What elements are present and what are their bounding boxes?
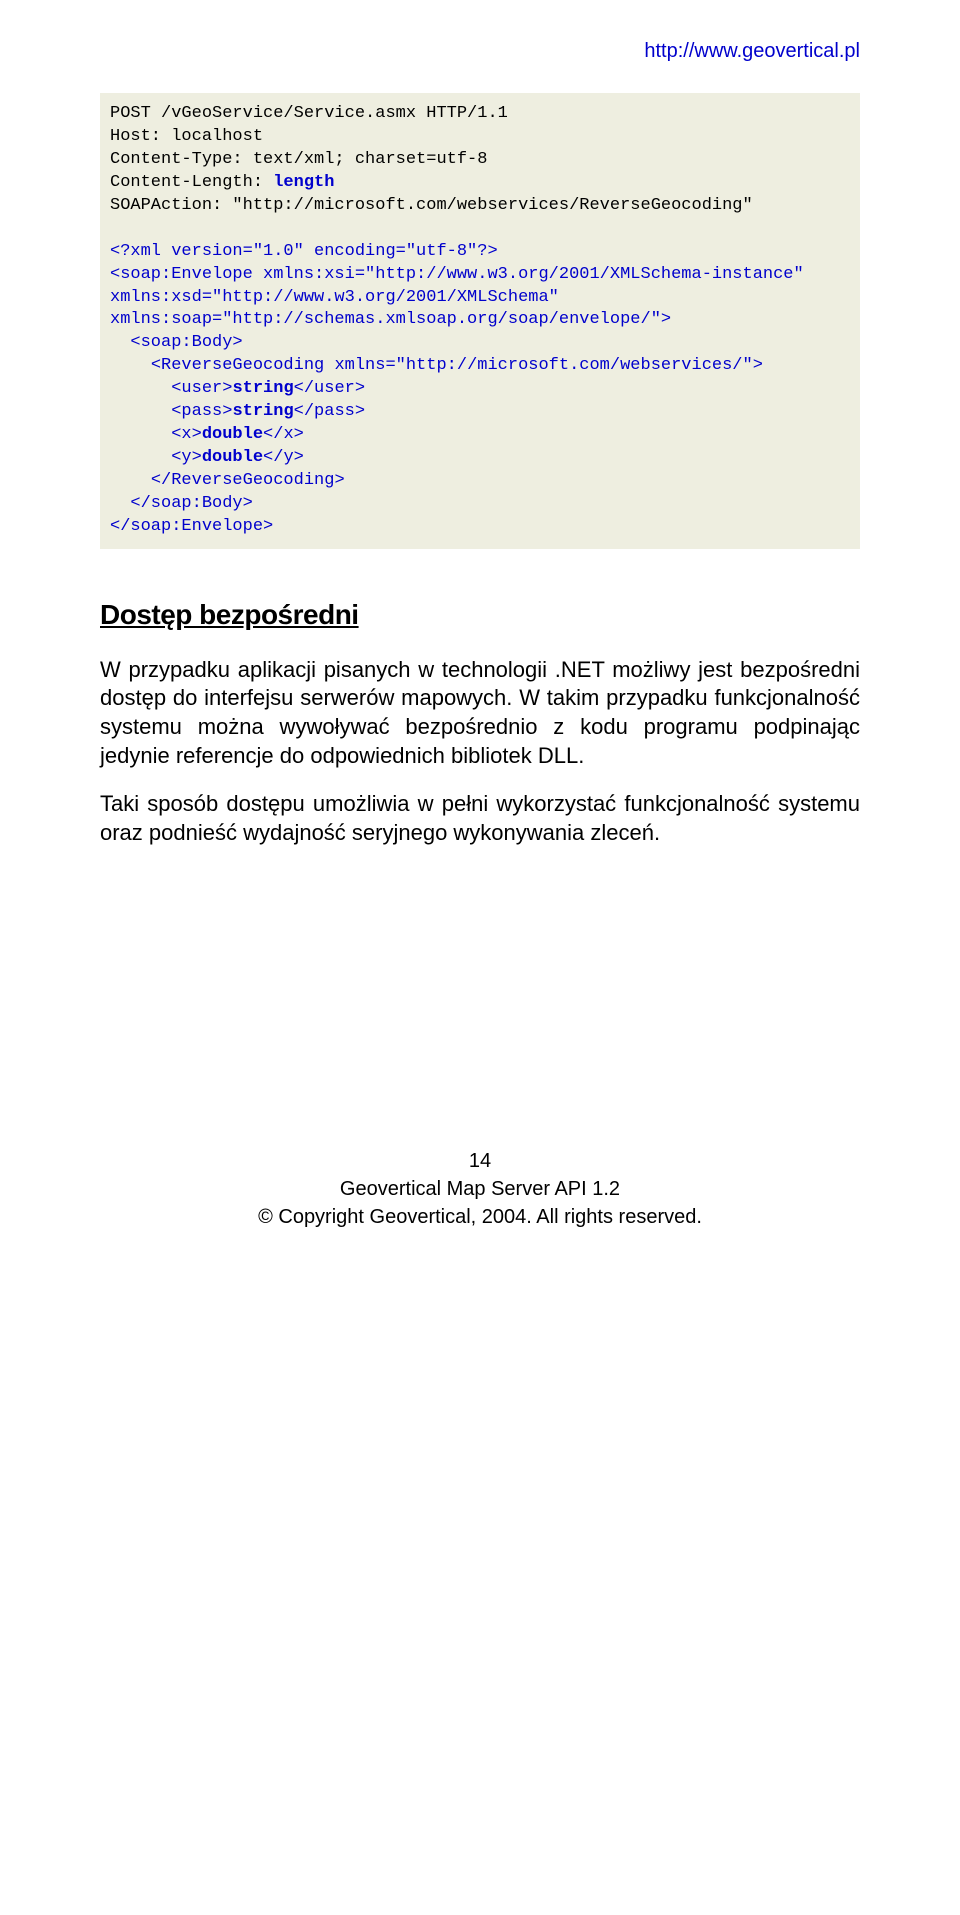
- page-number: 14: [100, 1147, 860, 1175]
- code-line: Host: localhost: [110, 127, 263, 146]
- code-line: <x>: [110, 425, 202, 444]
- code-line: SOAPAction: "http://microsoft.com/webser…: [110, 196, 753, 215]
- soap-code-block: POST /vGeoService/Service.asmx HTTP/1.1 …: [100, 93, 860, 549]
- page-footer: 14 Geovertical Map Server API 1.2 © Copy…: [100, 1147, 860, 1231]
- code-line: </pass>: [294, 402, 365, 421]
- section-heading: Dostęp bezpośredni: [100, 599, 860, 631]
- code-line: <?xml version="1.0" encoding="utf-8"?>: [110, 242, 498, 261]
- code-line: <ReverseGeocoding xmlns="http://microsof…: [110, 356, 763, 375]
- footer-line: Geovertical Map Server API 1.2: [100, 1175, 860, 1203]
- body-paragraph: W przypadku aplikacji pisanych w technol…: [100, 656, 860, 770]
- code-line: <pass>: [110, 402, 232, 421]
- code-line: <soap:Envelope xmlns:xsi="http://www.w3.…: [110, 265, 814, 330]
- code-line: Content-Length:: [110, 173, 273, 192]
- document-page: http://www.geovertical.pl POST /vGeoServ…: [0, 0, 960, 1271]
- code-line: </y>: [263, 448, 304, 467]
- code-line: POST /vGeoService/Service.asmx HTTP/1.1: [110, 104, 508, 123]
- code-line: <y>: [110, 448, 202, 467]
- code-placeholder: double: [202, 425, 263, 444]
- footer-line: © Copyright Geovertical, 2004. All right…: [100, 1203, 860, 1231]
- header-url: http://www.geovertical.pl: [100, 40, 860, 63]
- code-placeholder: length: [273, 173, 334, 192]
- code-line: </x>: [263, 425, 304, 444]
- code-placeholder: double: [202, 448, 263, 467]
- code-line: </soap:Envelope>: [110, 517, 273, 536]
- code-line: </user>: [294, 379, 365, 398]
- code-line: <user>: [110, 379, 232, 398]
- code-line: <soap:Body>: [110, 333, 243, 352]
- code-line: </soap:Body>: [110, 494, 253, 513]
- body-paragraph: Taki sposób dostępu umożliwia w pełni wy…: [100, 790, 860, 847]
- code-placeholder: string: [232, 379, 293, 398]
- code-line: Content-Type: text/xml; charset=utf-8: [110, 150, 487, 169]
- code-placeholder: string: [232, 402, 293, 421]
- code-line: </ReverseGeocoding>: [110, 471, 345, 490]
